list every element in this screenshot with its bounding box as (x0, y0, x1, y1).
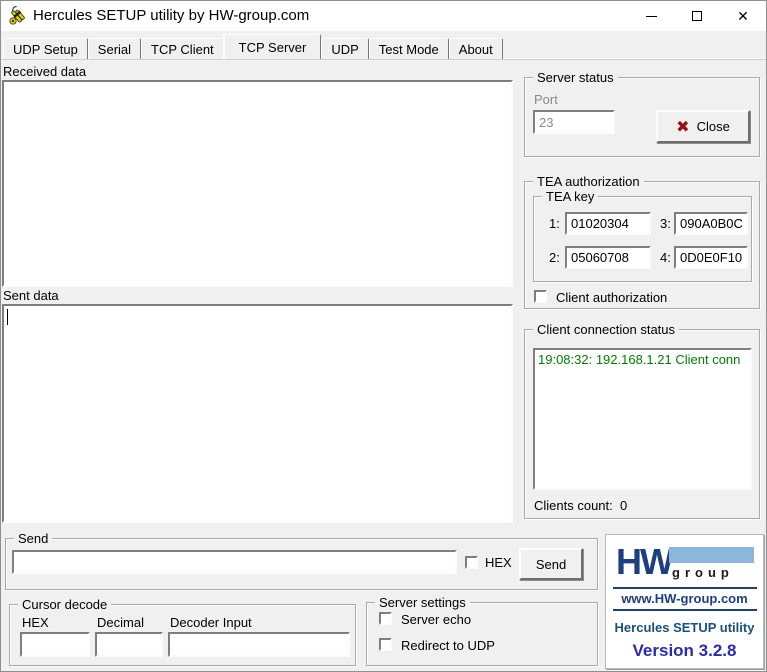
redirect-to-udp-label: Redirect to UDP (401, 638, 495, 653)
close-server-button[interactable]: ✖ Close (656, 110, 750, 143)
tab-tcp-client[interactable]: TCP Client (141, 38, 224, 59)
server-settings-title: Server settings (375, 595, 470, 610)
minimize-button[interactable] (628, 1, 674, 31)
logo-app-name: Hercules SETUP utility (606, 620, 763, 635)
decode-hex-label: HEX (22, 615, 49, 630)
port-label: Port (534, 92, 558, 107)
tea-key-3-label: 3: (660, 216, 671, 231)
titlebar[interactable]: Hercules SETUP utility by HW-group.com ✕ (1, 1, 766, 31)
server-echo-label: Server echo (401, 612, 471, 627)
connection-log-line: 19:08:32: 192.168.1.21 Client conn (538, 352, 740, 367)
tab-bar: UDP Setup Serial TCP Client TCP Server U… (3, 34, 766, 59)
tea-key-1-input[interactable] (565, 212, 651, 235)
tea-key-2-label: 2: (549, 250, 560, 265)
cursor-decode-group: Cursor decode HEX Decimal Decoder Input (9, 604, 356, 666)
tea-key-1-label: 1: (549, 216, 560, 231)
tea-key-group: TEA key 1: 3: 2: 4: (533, 196, 752, 282)
send-input[interactable] (12, 550, 457, 574)
decode-hex-input[interactable] (20, 632, 90, 657)
redirect-to-udp-checkbox[interactable] (379, 638, 392, 651)
text-caret (7, 309, 8, 325)
server-settings-group: Server settings Server echo Redirect to … (366, 602, 598, 666)
close-window-button[interactable]: ✕ (720, 1, 766, 31)
server-status-group: Server status Port ✖ Close (524, 77, 760, 157)
decode-decimal-input[interactable] (95, 632, 163, 657)
red-x-icon: ✖ (676, 117, 689, 137)
client-connection-status-title: Client connection status (533, 322, 679, 337)
hw-group-url[interactable]: www.HW-group.com (606, 591, 763, 606)
tea-key-3-input[interactable] (674, 212, 748, 235)
hw-logo-text: HW (616, 541, 672, 583)
logo-divider-top (613, 587, 757, 589)
decode-decimal-label: Decimal (97, 615, 144, 630)
tea-key-4-input[interactable] (674, 246, 748, 269)
hex-checkbox[interactable] (465, 556, 478, 569)
received-data-pane[interactable] (2, 80, 513, 287)
server-status-title: Server status (533, 70, 618, 85)
tea-key-4-label: 4: (660, 250, 671, 265)
port-input[interactable] (533, 110, 615, 134)
received-data-label: Received data (3, 64, 86, 79)
minimize-icon (646, 16, 657, 17)
cursor-decode-title: Cursor decode (18, 597, 111, 612)
tab-tcp-server[interactable]: TCP Server (224, 34, 322, 59)
logo-blue-bar (669, 547, 754, 563)
decoder-input-label: Decoder Input (170, 615, 252, 630)
tea-key-title: TEA key (542, 189, 598, 204)
tea-authorization-title: TEA authorization (533, 174, 644, 189)
app-icon (8, 6, 28, 26)
tab-udp[interactable]: UDP (321, 38, 368, 59)
decoder-input-field[interactable] (168, 632, 350, 657)
server-echo-checkbox[interactable] (379, 612, 392, 625)
clients-count-label: Clients count: (534, 498, 613, 513)
sent-data-pane[interactable] (2, 304, 513, 523)
send-group: Send HEX Send (5, 538, 598, 590)
tab-test-mode[interactable]: Test Mode (369, 38, 449, 59)
clients-count-value: 0 (620, 498, 627, 513)
maximize-icon (692, 11, 702, 21)
window-title: Hercules SETUP utility by HW-group.com (33, 1, 309, 30)
logo-group-text: group (672, 565, 734, 580)
tea-authorization-group: TEA authorization TEA key 1: 3: 2: 4: Cl… (524, 181, 760, 309)
send-button[interactable]: Send (519, 548, 583, 580)
client-authorization-label: Client authorization (556, 290, 667, 305)
app-window: Hercules SETUP utility by HW-group.com ✕… (0, 0, 767, 672)
tea-key-2-input[interactable] (565, 246, 651, 269)
logo-divider-bottom (613, 609, 757, 611)
client-authorization-checkbox[interactable] (534, 290, 547, 303)
close-icon: ✕ (737, 9, 749, 23)
hw-group-logo-panel[interactable]: HW group www.HW-group.com Hercules SETUP… (605, 534, 764, 669)
send-group-title: Send (14, 531, 52, 546)
sent-data-label: Sent data (3, 288, 59, 303)
client-connection-status-group: Client connection status 19:08:32: 192.1… (524, 329, 760, 519)
tab-serial[interactable]: Serial (88, 38, 141, 59)
hex-checkbox-label: HEX (485, 555, 512, 570)
maximize-button[interactable] (674, 1, 720, 31)
connection-log[interactable]: 19:08:32: 192.168.1.21 Client conn (533, 348, 752, 490)
tab-about[interactable]: About (449, 38, 503, 59)
tab-udp-setup[interactable]: UDP Setup (3, 38, 88, 59)
version-text: Version 3.2.8 (606, 641, 763, 661)
